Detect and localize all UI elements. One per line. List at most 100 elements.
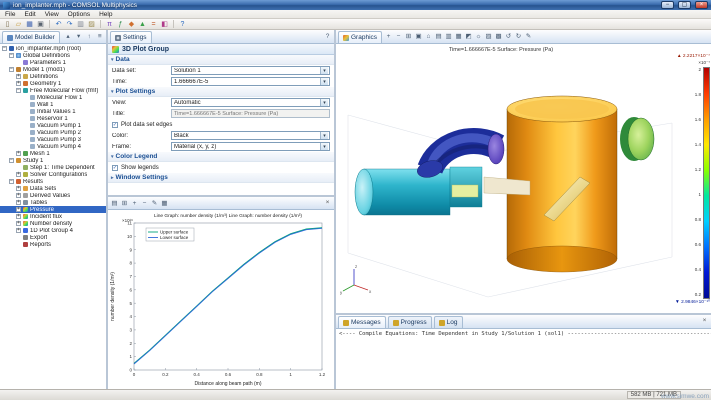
menu-edit[interactable]: Edit [24,11,35,18]
tree-item[interactable]: −Global Definitions [0,52,106,59]
perspective-icon[interactable]: ◩ [464,32,473,41]
tab-messages[interactable]: Messages [338,316,386,328]
tree-item[interactable]: +Data Sets [0,185,106,192]
tree-expander[interactable]: + [16,81,21,86]
time-combobox[interactable]: 1.666667E-5 ▾ [171,77,330,86]
expand-all-icon[interactable]: ▾ [74,32,83,41]
color-combobox[interactable]: Black ▾ [171,131,330,140]
menu-help[interactable]: Help [99,11,112,18]
export-image-icon[interactable]: ▦ [160,199,169,208]
show-options-icon[interactable]: ≡ [95,32,104,41]
tree-item[interactable]: Vacuum Pump 1 [0,122,106,129]
redo-icon[interactable]: ↷ [65,20,74,29]
tree-item[interactable]: Step 1: Time Dependent [0,164,106,171]
collapse-all-icon[interactable]: ▴ [64,32,73,41]
close-button[interactable]: × [695,1,708,9]
help-icon[interactable]: ? [178,20,187,29]
paste-icon[interactable]: ▨ [87,20,96,29]
graphics-canvas[interactable]: Time=1.666667E-5 Surface: Pressure (Pa) [336,44,711,313]
open-icon[interactable]: ▱ [14,20,23,29]
zoom-out-icon[interactable]: − [140,199,149,208]
tree-expander[interactable]: + [16,200,21,205]
zoom-box-icon[interactable]: ▣ [414,32,423,41]
tree-expander[interactable]: − [2,46,7,51]
zoom-out-icon[interactable]: − [394,32,403,41]
section-color-legend[interactable]: ▾ Color Legend [108,152,334,162]
tree-item[interactable]: −Free Molecular Flow (fmf) [0,87,106,94]
tab-model-builder[interactable]: Model Builder [2,31,60,43]
scene-light-icon[interactable]: ☼ [474,32,483,41]
tab-log[interactable]: Log [434,316,463,328]
tree-item[interactable]: Export [0,234,106,241]
title-bar[interactable]: ion_implanter.mph - COMSOL Multiphysics … [0,0,711,10]
tree-expander[interactable]: + [16,228,21,233]
tree-item[interactable]: Reports [0,241,106,248]
tree-expander[interactable]: − [9,53,14,58]
maximize-button[interactable]: ▢ [678,1,691,9]
tree-expander[interactable]: − [16,88,21,93]
plot-dataset-edges-checkbox[interactable]: ✓ [112,122,118,128]
rotate-left-icon[interactable]: ↺ [504,32,513,41]
tree-item[interactable]: −ion_implanter.mph (root) [0,45,106,52]
tree-expander[interactable]: − [9,158,14,163]
tree-item[interactable]: +Definitions [0,73,106,80]
menu-file[interactable]: File [5,11,15,18]
tree-expander[interactable]: − [9,179,14,184]
section-data[interactable]: ▾ Data [108,55,334,65]
tree-item[interactable]: +1D Plot Group 4 [0,227,106,234]
view-xy-icon[interactable]: ▤ [434,32,443,41]
tree-item[interactable]: +Solver Configurations [0,171,106,178]
functions-icon[interactable]: ƒ [116,20,125,29]
title-input[interactable]: Time=1.666667E-5 Surface: Pressure (Pa) [171,109,330,118]
move-up-icon[interactable]: ↑ [85,32,94,41]
tree-expander[interactable]: + [16,193,21,198]
tree-item[interactable]: −Model 1 (mod1) [0,66,106,73]
tree-item[interactable]: +Pressure [0,206,106,213]
snapshot-icon[interactable]: ✎ [524,32,533,41]
close-plot-window-icon[interactable]: × [323,199,332,208]
copy-icon[interactable]: ▥ [76,20,85,29]
tree-item[interactable]: Parameters 1 [0,59,106,66]
transparency-icon[interactable]: ▨ [484,32,493,41]
tree-item[interactable]: Reservoir 1 [0,115,106,122]
zoom-extents-icon[interactable]: ⊞ [404,32,413,41]
tree-item[interactable]: +Number density [0,220,106,227]
plot-icon[interactable]: ▤ [110,199,119,208]
undo-icon[interactable]: ↶ [54,20,63,29]
frame-combobox[interactable]: Material (x, y, z) ▾ [171,142,330,151]
zoom-in-icon[interactable]: + [130,199,139,208]
view-xz-icon[interactable]: ▦ [454,32,463,41]
tree-expander[interactable]: + [16,207,21,212]
view-combobox[interactable]: Automatic ▾ [171,98,330,107]
go-to-default-view-icon[interactable]: ⌂ [424,32,433,41]
tree-item[interactable]: Wall 1 [0,101,106,108]
plot-icon[interactable]: ◧ [160,20,169,29]
tree-expander[interactable]: + [16,214,21,219]
snapshot-icon[interactable]: ✎ [150,199,159,208]
menu-options[interactable]: Options [68,11,90,18]
tree-expander[interactable]: + [16,74,21,79]
print-icon[interactable]: ▣ [36,20,45,29]
zoom-extents-icon[interactable]: ⊞ [120,199,129,208]
tree-item[interactable]: Vacuum Pump 4 [0,143,106,150]
tree-item[interactable]: Molecular Flow 1 [0,94,106,101]
rotate-right-icon[interactable]: ↻ [514,32,523,41]
parameters-icon[interactable]: π [105,20,114,29]
section-plot-settings[interactable]: ▾ Plot Settings [108,87,334,97]
tree-expander[interactable]: + [16,186,21,191]
help-icon[interactable]: ? [323,32,332,41]
tree-expander[interactable]: + [16,172,21,177]
tree-item[interactable]: Vacuum Pump 2 [0,129,106,136]
view-yz-icon[interactable]: ▥ [444,32,453,41]
tree-item[interactable]: +Derived Values [0,192,106,199]
wireframe-icon[interactable]: ▩ [494,32,503,41]
tree-item[interactable]: Initial Values 1 [0,108,106,115]
tree-item[interactable]: −Study 1 [0,157,106,164]
compute-icon[interactable]: = [149,20,158,29]
close-messages-icon[interactable]: × [700,317,709,326]
tree-expander[interactable]: + [16,221,21,226]
tree-item[interactable]: +Geometry 1 [0,80,106,87]
tab-settings[interactable]: Settings [110,31,152,43]
tree-item[interactable]: −Results [0,178,106,185]
minimize-button[interactable]: − [661,1,674,9]
